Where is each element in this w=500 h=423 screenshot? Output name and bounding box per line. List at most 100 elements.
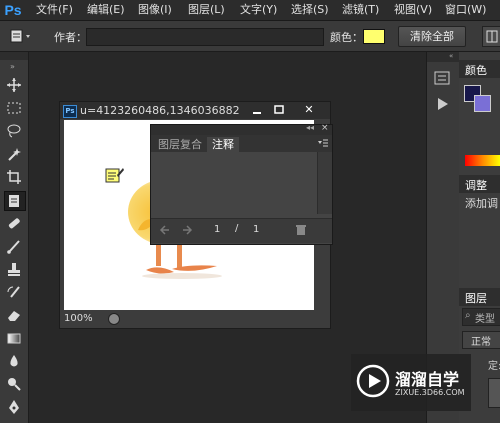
play-circle-icon xyxy=(356,364,390,398)
previous-note-button[interactable] xyxy=(159,224,171,239)
watermark: 溜溜自学 ZIXUE.3D66.COM xyxy=(351,354,471,411)
delete-note-button[interactable] xyxy=(295,223,307,239)
status-info-icon[interactable] xyxy=(108,313,120,325)
lasso-tool-icon[interactable] xyxy=(4,122,24,140)
menu-view[interactable]: 视图(V) xyxy=(394,0,432,20)
minimize-button[interactable] xyxy=(246,103,268,117)
blend-mode-select[interactable]: 正常 xyxy=(462,331,500,349)
marquee-tool-icon[interactable] xyxy=(4,99,24,117)
document-title: u=4123260486,1346036882&f... xyxy=(80,104,240,117)
tab-adjustments[interactable]: 调整 xyxy=(465,177,487,193)
note-tool-icon xyxy=(10,29,30,43)
tools-panel: » xyxy=(0,52,29,423)
photoshop-logo: Ps xyxy=(4,2,22,18)
notes-panel: ◂◂ × 图层复合 注释 1 / 1 xyxy=(150,123,333,245)
author-input[interactable] xyxy=(86,28,324,46)
menu-bar: Ps 文件(F) 编辑(E) 图像(I) 图层(L) 文字(Y) 选择(S) 滤… xyxy=(0,0,500,21)
menu-image[interactable]: 图像(I) xyxy=(138,0,172,20)
magic-wand-tool-icon[interactable] xyxy=(4,145,24,163)
tab-notes[interactable]: 注释 xyxy=(207,137,239,152)
notes-nav-bar: 1 / 1 xyxy=(151,218,332,243)
options-bar: 作者： 颜色： 清除全部 xyxy=(0,21,500,52)
menu-file[interactable]: 文件(F) xyxy=(36,0,73,20)
note-tool-icon[interactable] xyxy=(4,191,26,211)
next-note-button[interactable] xyxy=(181,224,193,239)
trash-icon xyxy=(296,225,306,235)
blur-tool-icon[interactable] xyxy=(4,352,24,370)
panel-toggle-icon xyxy=(486,30,498,43)
layer-thumbnail[interactable] xyxy=(488,378,500,408)
collapse-arrows-icon[interactable]: » xyxy=(10,62,15,71)
minimize-icon xyxy=(253,112,261,114)
arrow-right-icon xyxy=(183,225,193,235)
clone-stamp-tool-icon[interactable] xyxy=(4,260,24,278)
page-total: 1 xyxy=(253,224,260,235)
play-icon xyxy=(438,98,448,110)
layers-panel-tabs: 图层 xyxy=(459,288,500,306)
document-status-bar: 100% xyxy=(60,310,330,328)
author-label: 作者： xyxy=(54,31,87,44)
document-title-bar[interactable]: Ps u=4123260486,1346036882&f... ✕ xyxy=(60,102,330,119)
menu-filter[interactable]: 滤镜(T) xyxy=(342,0,379,20)
brush-tool-icon[interactable] xyxy=(4,237,24,255)
note-marker-icon xyxy=(105,168,124,183)
page-current: 1 xyxy=(214,224,221,235)
zoom-level[interactable]: 100% xyxy=(64,313,93,324)
panel-tab-bar: 图层复合 注释 xyxy=(151,135,332,152)
maximize-icon xyxy=(274,105,284,114)
panel-toggle-button[interactable] xyxy=(482,26,500,47)
color-panel-tabs: 颜色 xyxy=(459,60,500,78)
adjustments-panel-tabs: 调整 xyxy=(459,175,500,193)
panel-header[interactable]: ◂◂ × xyxy=(151,123,332,135)
gradient-tool-icon[interactable] xyxy=(4,329,24,347)
maximize-button[interactable] xyxy=(268,103,290,117)
history-brush-tool-icon[interactable] xyxy=(4,283,24,301)
menu-type[interactable]: 文字(Y) xyxy=(240,0,277,20)
dodge-tool-icon[interactable] xyxy=(4,375,24,393)
panel-close-icon[interactable]: × xyxy=(321,123,329,133)
notes-scrollbar[interactable] xyxy=(317,152,332,214)
arrow-left-icon xyxy=(159,225,169,235)
search-icon: ⌕ xyxy=(465,310,471,321)
color-label: 颜色： xyxy=(330,31,363,44)
color-spectrum[interactable] xyxy=(465,155,500,166)
notes-content-area[interactable] xyxy=(151,152,332,214)
move-tool-icon[interactable] xyxy=(4,76,24,94)
layer-filter-input[interactable]: ⌕ 类型 xyxy=(462,308,500,326)
menu-select[interactable]: 选择(S) xyxy=(291,0,329,20)
tool-preset-picker[interactable] xyxy=(8,27,32,45)
panel-menu-button[interactable] xyxy=(317,138,329,151)
note-color-swatch[interactable] xyxy=(363,29,385,44)
watermark-url: ZIXUE.3D66.COM xyxy=(395,388,465,397)
watermark-brand: 溜溜自学 xyxy=(395,370,460,389)
eraser-tool-icon[interactable] xyxy=(4,306,24,324)
tab-layer-comps[interactable]: 图层复合 xyxy=(153,137,207,152)
lock-label: 定: xyxy=(488,361,500,372)
add-adjustment-text: 添加调 xyxy=(465,197,498,210)
actions-panel-button[interactable] xyxy=(432,94,452,117)
pen-tool-icon[interactable] xyxy=(4,398,24,416)
close-icon: ✕ xyxy=(304,103,314,116)
menu-layer[interactable]: 图层(L) xyxy=(188,0,225,20)
background-color-swatch[interactable] xyxy=(474,95,491,112)
collapse-icon[interactable]: ◂◂ xyxy=(306,123,314,132)
healing-brush-tool-icon[interactable] xyxy=(4,214,24,232)
watermark-logo xyxy=(356,364,390,401)
tab-color[interactable]: 颜色 xyxy=(465,62,487,78)
tab-layers[interactable]: 图层 xyxy=(465,290,487,306)
history-icon xyxy=(434,71,450,85)
strip-header[interactable]: « xyxy=(427,52,459,62)
page-separator: / xyxy=(235,223,239,234)
blend-mode-value: 正常 xyxy=(471,337,491,348)
menu-edit[interactable]: 编辑(E) xyxy=(87,0,125,20)
menu-window[interactable]: 窗口(W) xyxy=(445,0,486,20)
tools-panel-header xyxy=(0,52,28,60)
close-button[interactable]: ✕ xyxy=(294,103,324,117)
panel-menu-icon xyxy=(318,139,328,147)
layer-filter-type: 类型 xyxy=(475,314,495,325)
crop-tool-icon[interactable] xyxy=(4,168,24,186)
clear-all-button[interactable]: 清除全部 xyxy=(398,26,466,47)
note-marker[interactable] xyxy=(105,166,125,184)
history-panel-button[interactable] xyxy=(432,68,452,91)
expand-icon[interactable]: « xyxy=(449,52,453,60)
